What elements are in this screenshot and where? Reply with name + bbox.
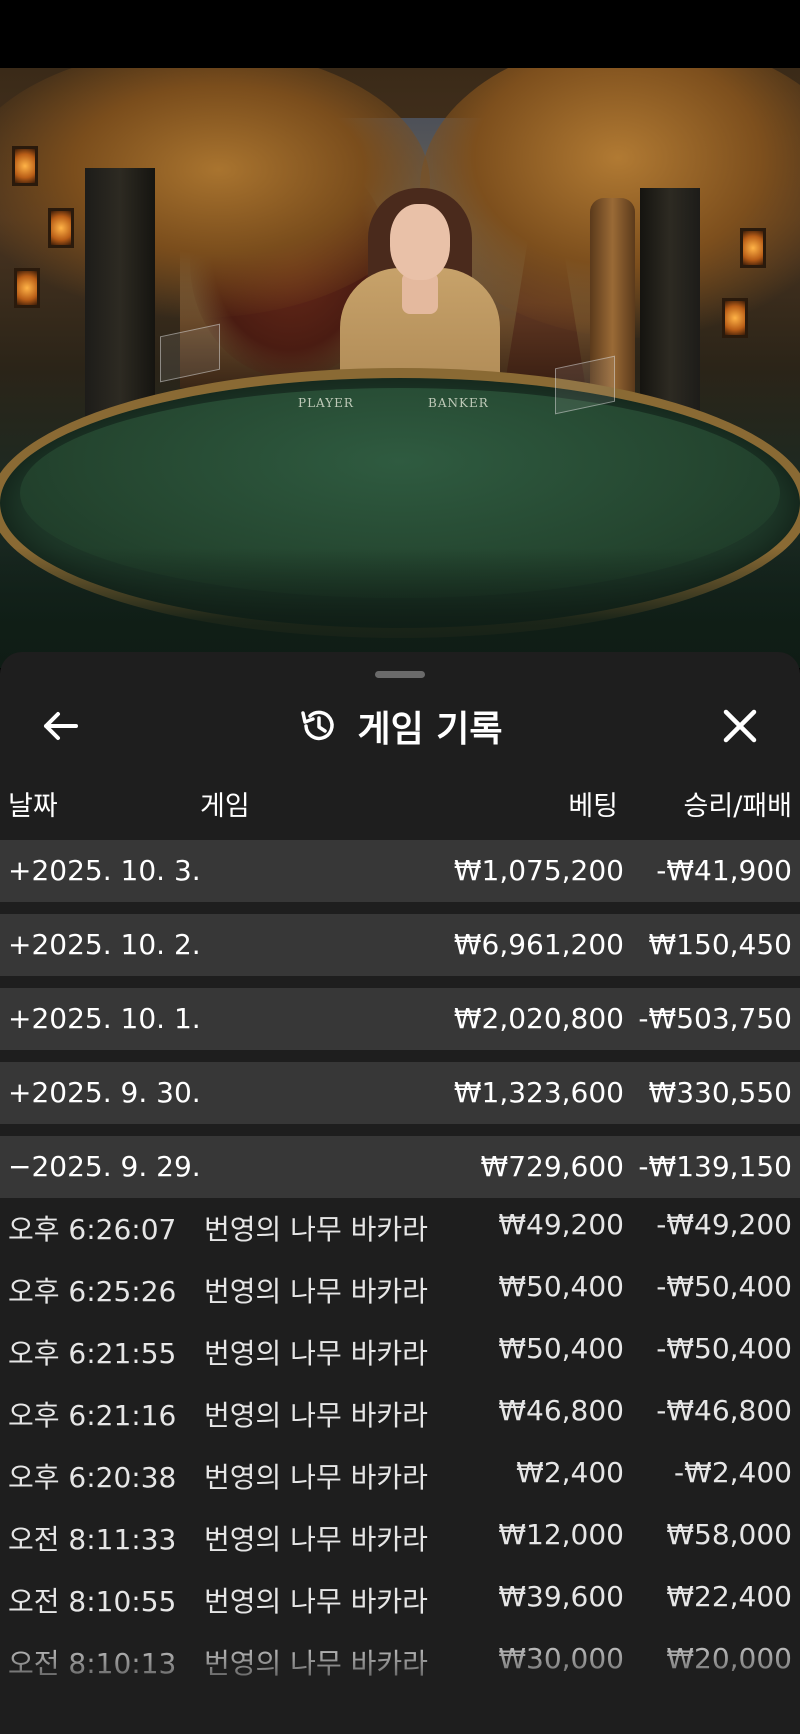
day-row[interactable]: +2025. 9. 30. ₩1,323,600 ₩330,550 (0, 1062, 800, 1124)
round-bet: ₩39,600 (498, 1580, 624, 1613)
round-winloss: -₩50,400 (656, 1332, 792, 1365)
round-game: 번영의 나무 바카라 (204, 1337, 428, 1370)
day-winloss: ₩150,450 (648, 928, 792, 961)
game-round-row[interactable]: 오후 6:20:38 번영의 나무 바카라 ₩2,400 -₩2,400 (0, 1442, 800, 1504)
game-round-row[interactable]: 오후 6:21:55 번영의 나무 바카라 ₩50,400 -₩50,400 (0, 1318, 800, 1380)
column-header-bet: 베팅 (568, 791, 618, 822)
round-time: 오전 8:10:55 (8, 1585, 177, 1618)
day-list: +2025. 10. 3. ₩1,075,200 -₩41,900 +2025.… (0, 840, 800, 1210)
day-winloss: -₩503,750 (638, 1002, 792, 1035)
round-winloss: -₩2,400 (674, 1456, 792, 1489)
game-round-row[interactable]: 오후 6:25:26 번영의 나무 바카라 ₩50,400 -₩50,400 (0, 1256, 800, 1318)
table-rail (0, 548, 800, 668)
lantern-icon (740, 228, 766, 268)
day-winloss: ₩330,550 (648, 1076, 792, 1109)
table-label-player: PLAYER (298, 396, 354, 410)
round-bet: ₩49,200 (498, 1208, 624, 1241)
round-time: 오후 6:21:55 (8, 1337, 177, 1370)
game-round-row[interactable]: 오전 8:11:33 번영의 나무 바카라 ₩12,000 ₩58,000 (0, 1504, 800, 1566)
day-row[interactable]: +2025. 10. 2. ₩6,961,200 ₩150,450 (0, 914, 800, 976)
round-time: 오전 8:10:13 (8, 1647, 177, 1680)
column-headers: 날짜 게임 베팅 승리/패배 (0, 778, 800, 824)
drag-handle[interactable] (375, 671, 425, 678)
lantern-icon (14, 268, 40, 308)
day-bet: ₩1,075,200 (453, 854, 624, 887)
game-round-row[interactable]: 오전 8:10:13 번영의 나무 바카라 ₩30,000 ₩20,000 (0, 1628, 800, 1690)
day-date: +2025. 10. 2. (8, 928, 201, 961)
day-bet: ₩2,020,800 (453, 1002, 624, 1035)
round-winloss: ₩58,000 (666, 1518, 792, 1551)
table-label-banker: BANKER (428, 396, 489, 410)
close-button[interactable] (708, 694, 772, 758)
round-game: 번영의 나무 바카라 (204, 1647, 428, 1680)
round-winloss: ₩22,400 (666, 1580, 792, 1613)
page-title: 게임 기록 (357, 709, 503, 750)
day-winloss: -₩139,150 (638, 1150, 792, 1183)
day-winloss: -₩41,900 (656, 854, 792, 887)
round-game: 번영의 나무 바카라 (204, 1399, 428, 1432)
column-header-game: 게임 (200, 791, 250, 822)
game-round-list: 오후 6:26:07 번영의 나무 바카라 ₩49,200 -₩49,200 오… (0, 1194, 800, 1690)
status-bar (0, 0, 800, 68)
round-time: 오후 6:20:38 (8, 1461, 177, 1494)
round-bet: ₩30,000 (498, 1642, 624, 1675)
lantern-icon (48, 208, 74, 248)
round-game: 번영의 나무 바카라 (204, 1275, 428, 1308)
day-date: +2025. 10. 1. (8, 1002, 201, 1035)
round-winloss: ₩20,000 (666, 1642, 792, 1675)
round-time: 오후 6:21:16 (8, 1399, 177, 1432)
column-header-date: 날짜 (8, 791, 58, 822)
column-header-winloss: 승리/패배 (683, 791, 792, 822)
close-icon (723, 709, 757, 743)
round-winloss: -₩50,400 (656, 1270, 792, 1303)
day-date: −2025. 9. 29. (8, 1150, 201, 1183)
round-bet: ₩50,400 (498, 1332, 624, 1365)
round-winloss: -₩46,800 (656, 1394, 792, 1427)
round-bet: ₩50,400 (498, 1270, 624, 1303)
day-row[interactable]: +2025. 10. 1. ₩2,020,800 -₩503,750 (0, 988, 800, 1050)
history-icon (301, 710, 335, 741)
round-game: 번영의 나무 바카라 (204, 1461, 428, 1494)
round-bet: ₩12,000 (498, 1518, 624, 1551)
sheet-header: 게임 기록 (0, 700, 800, 752)
round-winloss: -₩49,200 (656, 1208, 792, 1241)
game-round-row[interactable]: 오전 8:10:55 번영의 나무 바카라 ₩39,600 ₩22,400 (0, 1566, 800, 1628)
round-game: 번영의 나무 바카라 (204, 1523, 428, 1556)
round-bet: ₩46,800 (498, 1394, 624, 1427)
game-round-row[interactable]: 오후 6:26:07 번영의 나무 바카라 ₩49,200 -₩49,200 (0, 1194, 800, 1256)
round-time: 오후 6:25:26 (8, 1275, 177, 1308)
live-dealer-video[interactable]: PLAYER BANKER (0, 68, 800, 668)
day-bet: ₩729,600 (480, 1150, 624, 1183)
day-bet: ₩6,961,200 (453, 928, 624, 961)
day-row[interactable]: +2025. 10. 3. ₩1,075,200 -₩41,900 (0, 840, 800, 902)
lantern-icon (12, 146, 38, 186)
day-row-expanded[interactable]: −2025. 9. 29. ₩729,600 -₩139,150 (0, 1136, 800, 1198)
round-game: 번영의 나무 바카라 (204, 1585, 428, 1618)
game-history-sheet: 게임 기록 날짜 게임 베팅 승리/패배 +2025. 10. 3. ₩1,07… (0, 652, 800, 1734)
round-time: 오후 6:26:07 (8, 1213, 177, 1246)
round-bet: ₩2,400 (516, 1456, 624, 1489)
day-date: +2025. 10. 3. (8, 854, 201, 887)
day-date: +2025. 9. 30. (8, 1076, 201, 1109)
day-bet: ₩1,323,600 (453, 1076, 624, 1109)
round-game: 번영의 나무 바카라 (204, 1213, 428, 1246)
game-round-row[interactable]: 오후 6:21:16 번영의 나무 바카라 ₩46,800 -₩46,800 (0, 1380, 800, 1442)
lantern-icon (722, 298, 748, 338)
round-time: 오전 8:11:33 (8, 1523, 177, 1556)
